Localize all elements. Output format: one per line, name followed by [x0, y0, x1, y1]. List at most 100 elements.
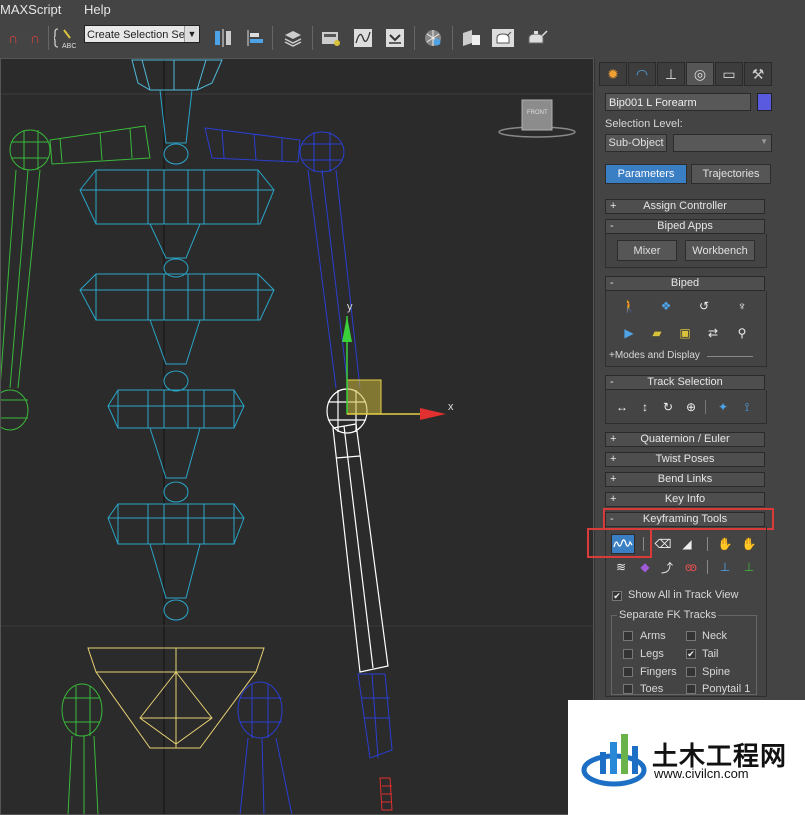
fingers-checkbox[interactable]: [623, 667, 633, 677]
planted-key-icon[interactable]: ⊥: [739, 558, 759, 576]
motion-icon[interactable]: ◎: [686, 62, 714, 86]
set-multiple-keys-icon[interactable]: [611, 534, 635, 554]
rollout-assign-controller[interactable]: + Assign Controller: [605, 199, 765, 214]
arms-label: Arms: [640, 630, 666, 642]
convert-icon[interactable]: ⇄: [703, 324, 723, 342]
utilities-icon[interactable]: ⚒: [744, 62, 772, 86]
opposite-icon[interactable]: ⟟: [737, 398, 757, 416]
rollout-biped-apps[interactable]: - Biped Apps: [605, 219, 765, 234]
hierarchy-icon[interactable]: ⊥: [657, 62, 685, 86]
set-key-icon[interactable]: ⤴: [657, 558, 677, 576]
selection-set-dropdown[interactable]: Create Selection Se ▼: [84, 25, 200, 43]
viewcube-label[interactable]: FRONT: [527, 110, 548, 116]
tail-checkbox[interactable]: ✔: [686, 649, 696, 659]
workbench-button[interactable]: Workbench: [685, 240, 755, 261]
object-name-field[interactable]: Bip001 L Forearm: [605, 93, 751, 111]
toolbar-panel-icon[interactable]: [318, 24, 344, 52]
move-all-mode-icon[interactable]: ⚲: [732, 324, 752, 342]
biped-playback-icon[interactable]: ▶: [619, 324, 639, 342]
menu-maxscript[interactable]: MAXScript: [0, 2, 61, 17]
rollout-keyframing-tools[interactable]: - Keyframing Tools: [605, 512, 765, 527]
biped-wireframe[interactable]: [0, 58, 594, 815]
rollout-title: Bend Links: [657, 473, 713, 485]
rollout-title: Keyframing Tools: [642, 513, 728, 525]
render-setup-icon[interactable]: [458, 24, 484, 52]
track-divider: [705, 400, 706, 414]
sub-object-dropdown[interactable]: ▼: [673, 134, 772, 152]
keyframing-divider: [643, 537, 644, 551]
toes-label: Toes: [640, 683, 664, 695]
body-vertical-icon[interactable]: ↕: [635, 398, 655, 416]
magnet-icon-2[interactable]: ∩: [22, 24, 48, 52]
abc-icon[interactable]: ABC: [52, 24, 78, 52]
sub-object-button[interactable]: Sub-Object: [605, 134, 667, 152]
mixer-mode-icon[interactable]: ♆: [732, 297, 752, 315]
material-editor-icon[interactable]: [420, 24, 446, 52]
separate-fk-label: Separate FK Tracks: [617, 609, 719, 621]
clear-selected-tracks-icon[interactable]: ⌫: [653, 535, 673, 553]
create-icon[interactable]: ✹: [599, 62, 627, 86]
toolbar-divider: [48, 26, 49, 50]
anim-layer-icon[interactable]: ≋: [611, 558, 631, 576]
mirror-in-place-icon[interactable]: ✋: [715, 535, 735, 553]
modify-icon[interactable]: ◠: [628, 62, 656, 86]
axis-y-label: y: [347, 301, 353, 313]
symmetrical-icon[interactable]: ✦: [713, 398, 733, 416]
rollout-title: Biped Apps: [657, 220, 713, 232]
lock-com-icon[interactable]: ⊕: [681, 398, 701, 416]
rollout-quaternion-euler[interactable]: + Quaternion / Euler: [605, 432, 765, 447]
rollout-title: Quaternion / Euler: [640, 433, 730, 445]
watermark-url: www.civilcn.com: [654, 766, 749, 781]
rollout-key-info[interactable]: + Key Info: [605, 492, 765, 507]
mirror-icon-2[interactable]: ✋: [739, 535, 759, 553]
motion-flow-icon[interactable]: ↺: [694, 297, 714, 315]
rollout-title: Track Selection: [647, 376, 723, 388]
dope-sheet-icon[interactable]: [382, 24, 408, 52]
layers-icon[interactable]: [280, 24, 306, 52]
menu-bar: MAXScript Help: [0, 0, 805, 20]
viewport-front[interactable]: y x FRONT: [0, 58, 594, 815]
rollout-twist-poses[interactable]: + Twist Poses: [605, 452, 765, 467]
save-file-icon[interactable]: ▣: [675, 324, 695, 342]
menu-help[interactable]: Help: [84, 2, 111, 17]
rollout-biped[interactable]: - Biped: [605, 276, 765, 291]
rollout-title: Biped: [670, 277, 700, 289]
neck-checkbox[interactable]: [686, 631, 696, 641]
ik-blend-icon[interactable]: ⊥: [715, 558, 735, 576]
rollout-track-selection[interactable]: - Track Selection: [605, 375, 765, 390]
toolbar-divider: [414, 26, 415, 50]
mirror-icon[interactable]: [210, 24, 236, 52]
body-horizontal-icon[interactable]: ↔: [612, 398, 632, 416]
rollout-bend-links[interactable]: + Bend Links: [605, 472, 765, 487]
load-file-icon[interactable]: ▰: [647, 324, 667, 342]
render-icon[interactable]: [524, 24, 550, 52]
rollout-title: Assign Controller: [643, 200, 727, 212]
ponytail-checkbox[interactable]: [686, 684, 696, 694]
display-icon[interactable]: ▭: [715, 62, 743, 86]
key-filter-icon[interactable]: ꙭ: [681, 558, 701, 576]
arms-checkbox[interactable]: [623, 631, 633, 641]
modes-display-label[interactable]: +Modes and Display: [609, 350, 700, 361]
parameters-button[interactable]: Parameters: [605, 164, 687, 184]
align-icon[interactable]: [242, 24, 268, 52]
tail-label: Tail: [702, 648, 719, 660]
spine-checkbox[interactable]: [686, 667, 696, 677]
trajectories-button[interactable]: Trajectories: [691, 164, 771, 184]
object-color-swatch[interactable]: [757, 93, 772, 111]
mixer-button[interactable]: Mixer: [617, 240, 677, 261]
legs-label: Legs: [640, 648, 664, 660]
render-frame-icon[interactable]: [490, 24, 516, 52]
footstep-mode-icon[interactable]: ❖: [656, 297, 676, 315]
curve-editor-icon[interactable]: [350, 24, 376, 52]
legs-checkbox[interactable]: [623, 649, 633, 659]
toes-checkbox[interactable]: [623, 684, 633, 694]
spine-label: Spine: [702, 666, 731, 678]
show-all-checkbox[interactable]: ✔: [612, 591, 622, 601]
clear-all-animation-icon[interactable]: ◢: [677, 535, 697, 553]
figure-mode-icon[interactable]: 🚶: [619, 297, 639, 315]
chevron-down-icon[interactable]: ▼: [184, 26, 199, 42]
body-rotation-icon[interactable]: ↻: [658, 398, 678, 416]
keyframing-divider-3: [707, 560, 708, 574]
set-parents-icon[interactable]: ◆: [635, 558, 655, 576]
show-all-label: Show All in Track View: [628, 589, 739, 601]
